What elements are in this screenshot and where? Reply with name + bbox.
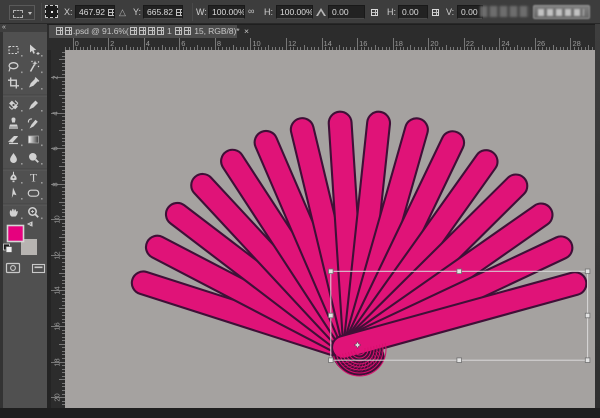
svg-text:T: T: [30, 170, 38, 184]
